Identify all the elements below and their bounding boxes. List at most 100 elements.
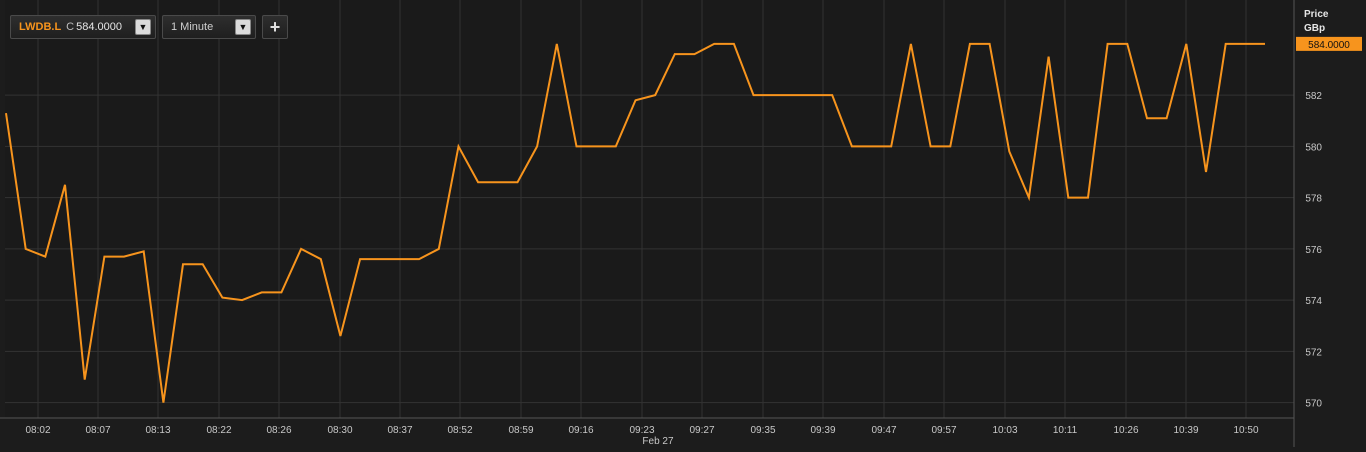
x-tick-label: 10:11: [1053, 425, 1078, 436]
price-point: [1244, 43, 1246, 45]
y-tick-label: 570: [1305, 399, 1322, 410]
x-tick-label: 08:22: [206, 425, 231, 436]
x-tick-label: 08:13: [145, 425, 170, 436]
chart-area[interactable]: 570 572 574 576 578 580 582 08:02 08:07 08:13 08:2…: [0, 0, 1366, 447]
price-point: [438, 248, 440, 250]
price-point: [359, 258, 361, 260]
price-point: [831, 94, 833, 96]
price-point: [988, 43, 990, 45]
price-point: [83, 378, 85, 380]
price-point: [261, 291, 263, 293]
x-axis-date-label: Feb 27: [642, 436, 674, 447]
price-point: [575, 145, 577, 147]
price-point: [1087, 196, 1089, 198]
price-point: [24, 248, 26, 250]
ric-label: LWDB.L: [19, 21, 62, 33]
x-tick-label: 10:03: [992, 425, 1017, 436]
price-point: [1067, 196, 1069, 198]
price-point: [1185, 43, 1187, 45]
price-point: [713, 43, 715, 45]
price-point: [969, 43, 971, 45]
x-tick-label: 08:07: [85, 425, 110, 436]
price-point: [123, 255, 125, 257]
price-point: [870, 145, 872, 147]
price-point: [221, 296, 223, 298]
price-point: [339, 335, 341, 337]
price-point: [103, 255, 105, 257]
price-point: [182, 263, 184, 265]
price-point: [143, 250, 145, 252]
price-point: [1146, 117, 1148, 119]
x-tick-label: 08:52: [447, 425, 472, 436]
add-series-button[interactable]: +: [262, 15, 288, 39]
y-tick-label: 574: [1305, 296, 1322, 307]
x-tick-label: 09:47: [871, 425, 896, 436]
price-point: [398, 258, 400, 260]
price-point: [1264, 43, 1266, 45]
price-point: [634, 99, 636, 101]
x-tick-label: 09:57: [931, 425, 956, 436]
price-point: [949, 145, 951, 147]
price-point: [241, 299, 243, 301]
price-axis-unit: GBp: [1304, 23, 1325, 34]
last-price-label: 584.0000: [1308, 40, 1350, 51]
chevron-down-icon[interactable]: ▼: [235, 19, 251, 35]
interval-selector[interactable]: 1 Minute ▼: [162, 15, 256, 39]
price-point: [1008, 150, 1010, 152]
x-tick-label: 08:26: [266, 425, 291, 436]
x-tick-label: 09:16: [568, 425, 593, 436]
price-point: [772, 94, 774, 96]
price-point: [1028, 196, 1030, 198]
price-point: [516, 181, 518, 183]
y-tick-label: 572: [1305, 347, 1322, 358]
x-tick-label: 08:02: [25, 425, 50, 436]
chevron-down-icon[interactable]: ▼: [135, 19, 151, 35]
price-point: [1106, 43, 1108, 45]
y-tick-label: 582: [1305, 91, 1322, 102]
x-tick-label: 09:39: [810, 425, 835, 436]
price-point: [910, 43, 912, 45]
price-point: [64, 184, 66, 186]
price-point: [1224, 43, 1226, 45]
price-point: [674, 53, 676, 55]
y-tick-label: 578: [1305, 194, 1322, 205]
y-tick-label: 576: [1305, 245, 1322, 256]
plot-background: [5, 0, 1294, 418]
price-point: [811, 94, 813, 96]
price-axis-title: Price: [1304, 9, 1329, 20]
price-point: [202, 263, 204, 265]
price-point: [300, 248, 302, 250]
price-point: [1165, 117, 1167, 119]
plus-icon: +: [269, 16, 281, 37]
price-point: [280, 291, 282, 293]
quote-value: 584.0000: [76, 21, 123, 33]
x-tick-label: 10:50: [1233, 425, 1258, 436]
x-tick-label: 10:26: [1113, 425, 1138, 436]
price-point: [851, 145, 853, 147]
chart-toolbar: LWDB.L C 584.0000 ▼ 1 Minute ▼ +: [10, 15, 288, 39]
price-point: [693, 53, 695, 55]
price-point: [752, 94, 754, 96]
x-tick-label: 08:37: [387, 425, 412, 436]
price-point: [477, 181, 479, 183]
price-point: [1047, 55, 1049, 57]
price-point: [457, 145, 459, 147]
x-tick-label: 09:23: [629, 425, 654, 436]
price-point: [890, 145, 892, 147]
x-tick-label: 09:27: [689, 425, 714, 436]
price-point: [320, 258, 322, 260]
price-point: [733, 43, 735, 45]
interval-label: 1 Minute: [171, 21, 214, 33]
price-point: [497, 181, 499, 183]
x-tick-label: 10:39: [1173, 425, 1198, 436]
x-tick-label: 08:30: [327, 425, 352, 436]
price-point: [1126, 43, 1128, 45]
price-point: [44, 255, 46, 257]
price-chart[interactable]: 570 572 574 576 578 580 582 08:02 08:07 08:13 08:2…: [0, 0, 1366, 447]
quote-field-label: C: [66, 21, 75, 33]
price-point: [556, 43, 558, 45]
price-point: [929, 145, 931, 147]
instrument-selector[interactable]: LWDB.L C 584.0000 ▼: [10, 15, 156, 39]
price-point: [5, 112, 7, 114]
x-tick-label: 08:59: [508, 425, 533, 436]
